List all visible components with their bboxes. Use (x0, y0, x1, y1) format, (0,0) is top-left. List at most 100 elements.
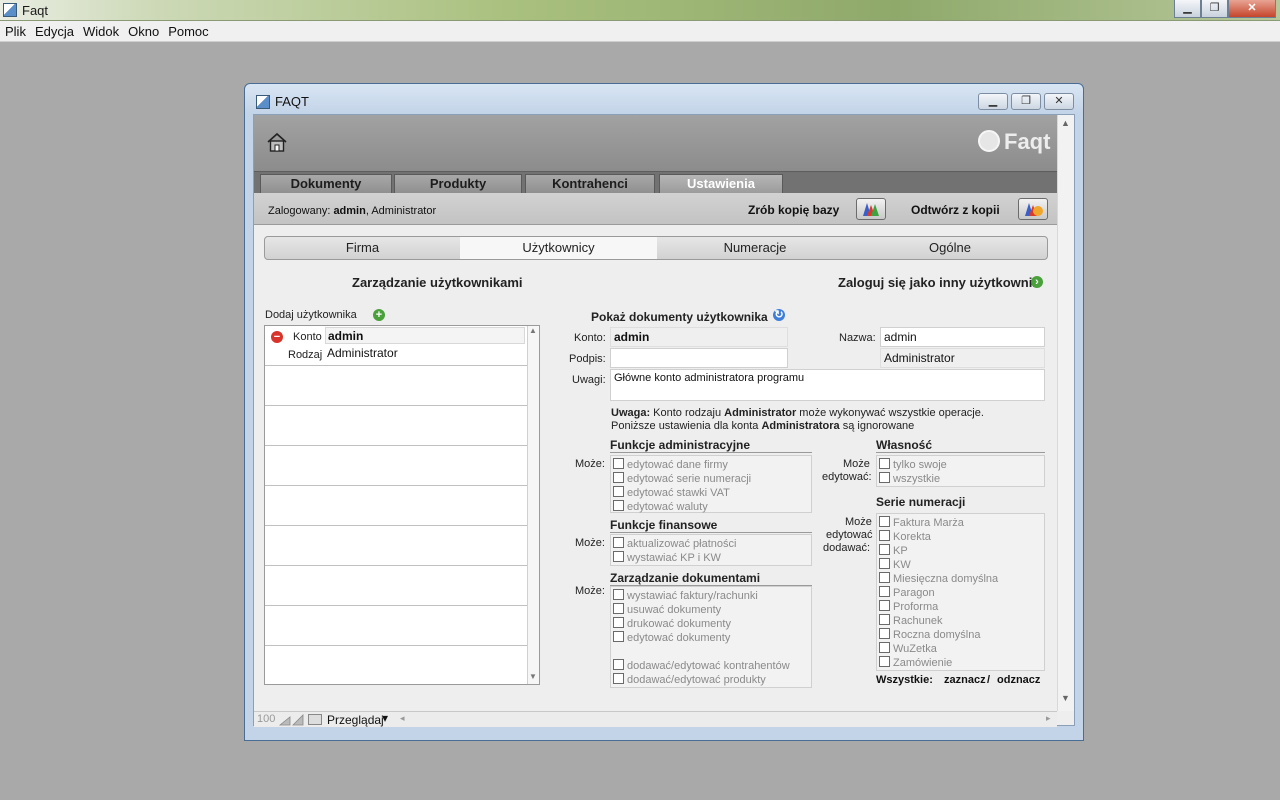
perm-edit-series[interactable]: edytować serie numeracji (613, 472, 813, 486)
series-rachunek[interactable]: Rachunek (879, 614, 1079, 628)
main-tabbar: Dokumenty Produkty Kontrahenci Ustawieni… (254, 171, 1057, 194)
perm-issue-kp-kw[interactable]: wystawiać KP i KW (613, 551, 813, 565)
konto-field[interactable]: admin (610, 327, 788, 347)
inner-minimize-button[interactable]: ▁ (978, 93, 1008, 110)
checkbox-icon[interactable] (613, 458, 624, 469)
uwagi-field[interactable]: Główne konto administratora programu (610, 369, 1045, 401)
user-row-selected[interactable]: − Konto admin Rodzaj Administrator (265, 326, 527, 366)
checkbox-icon[interactable] (613, 589, 624, 600)
inner-close-button[interactable]: ✕ (1044, 93, 1074, 110)
checkbox-icon[interactable] (879, 586, 890, 597)
subtab-ogolne[interactable]: Ogólne (853, 237, 1047, 259)
checkbox-icon[interactable] (613, 631, 624, 642)
perm-edit-docs[interactable]: edytować dokumenty (613, 631, 813, 645)
tab-ustawienia[interactable]: Ustawienia (659, 174, 783, 194)
home-icon[interactable] (266, 131, 288, 153)
subtab-firma[interactable]: Firma (265, 237, 460, 259)
series-roczna[interactable]: Roczna domyślna (879, 628, 1079, 642)
zoom-slider-icon[interactable] (279, 714, 305, 726)
perm-edit-company[interactable]: edytować dane firmy (613, 458, 813, 472)
nazwa-field[interactable]: admin (880, 327, 1045, 347)
series-proforma[interactable]: Proforma (879, 600, 1079, 614)
checkbox-icon[interactable] (879, 558, 890, 569)
series-faktura-marza[interactable]: Faktura Marża (879, 516, 1079, 530)
menu-widok[interactable]: Widok (79, 21, 123, 39)
user-list-scroll-down-icon[interactable]: ▼ (529, 672, 537, 681)
tab-kontrahenci[interactable]: Kontrahenci (525, 174, 655, 194)
page-view-icon[interactable] (308, 714, 322, 725)
checkbox-icon[interactable] (613, 472, 624, 483)
checkbox-icon[interactable] (879, 628, 890, 639)
checkbox-icon[interactable] (613, 551, 624, 562)
checkbox-icon[interactable] (879, 572, 890, 583)
view-mode-select[interactable]: Przeglądaj (327, 713, 384, 727)
checkbox-icon[interactable] (879, 544, 890, 555)
remove-user-icon[interactable]: − (271, 331, 283, 343)
scroll-down-icon[interactable]: ▼ (1061, 693, 1070, 703)
checkbox-icon[interactable] (613, 617, 624, 628)
perm-edit-products[interactable]: dodawać/edytować produkty (613, 673, 813, 687)
menu-plik[interactable]: Plik (1, 21, 30, 39)
series-miesieczna[interactable]: Miesięczna domyślna (879, 572, 1079, 586)
faqt-logo: Faqt (1004, 129, 1051, 154)
login-as-other-link[interactable]: Zaloguj się jako inny użytkownik (838, 275, 1040, 290)
perm-issue-invoices[interactable]: wystawiać faktury/rachunki (613, 589, 813, 603)
series-zamowienie[interactable]: Zamówienie (879, 656, 1079, 670)
deselect-all-link[interactable]: odznacz (997, 674, 1040, 686)
scroll-up-icon[interactable]: ▲ (1061, 118, 1070, 128)
add-user-icon[interactable]: + (373, 309, 385, 321)
scroll-left-icon[interactable]: ◂ (400, 713, 405, 724)
perm-edit-contractors[interactable]: dodawać/edytować kontrahentów (613, 659, 813, 673)
subtab-uzytkownicy[interactable]: Użytkownicy (460, 237, 657, 259)
user-list-scrollbar[interactable]: ▲ ▼ (527, 326, 539, 684)
checkbox-icon[interactable] (879, 530, 890, 541)
own-all[interactable]: wszystkie (879, 472, 1079, 486)
checkbox-icon[interactable] (879, 458, 890, 469)
menu-pomoc[interactable]: Pomoc (164, 21, 212, 39)
select-all-link[interactable]: zaznacz (944, 674, 986, 686)
outer-minimize-button[interactable]: ▁ (1174, 0, 1201, 18)
checkbox-icon[interactable] (879, 472, 890, 483)
series-wuzetka[interactable]: WuZetka (879, 642, 1079, 656)
chevron-down-icon[interactable]: ▾ (382, 711, 388, 725)
subtab-numeracje[interactable]: Numeracje (657, 237, 853, 259)
user-list-scroll-up-icon[interactable]: ▲ (529, 326, 537, 335)
admin-may-label: Może: (575, 458, 605, 470)
tab-dokumenty[interactable]: Dokumenty (260, 174, 392, 194)
checkbox-icon[interactable] (613, 500, 624, 511)
resize-grip[interactable] (1270, 790, 1280, 800)
perm-edit-vat[interactable]: edytować stawki VAT (613, 486, 813, 500)
perm-delete-docs[interactable]: usuwać dokumenty (613, 603, 813, 617)
checkbox-icon[interactable] (613, 659, 624, 670)
scroll-right-icon[interactable]: ▸ (1046, 713, 1051, 724)
checkbox-icon[interactable] (879, 516, 890, 527)
checkbox-icon[interactable] (879, 656, 890, 667)
inner-restore-button[interactable]: ❐ (1011, 93, 1041, 110)
refresh-icon[interactable]: ↻ (773, 309, 785, 321)
tab-produkty[interactable]: Produkty (394, 174, 522, 194)
series-korekta[interactable]: Korekta (879, 530, 1079, 544)
login-arrow-icon[interactable]: › (1031, 276, 1043, 288)
menu-okno[interactable]: Okno (124, 21, 163, 39)
checkbox-icon[interactable] (879, 642, 890, 653)
perm-edit-currency[interactable]: edytować waluty (613, 500, 813, 514)
backup-button[interactable] (856, 198, 886, 220)
outer-restore-button[interactable]: ❐ (1201, 0, 1228, 18)
checkbox-icon[interactable] (613, 603, 624, 614)
restore-button[interactable] (1018, 198, 1048, 220)
checkbox-icon[interactable] (613, 673, 624, 684)
checkbox-icon[interactable] (879, 600, 890, 611)
perm-update-payments[interactable]: aktualizować płatności (613, 537, 813, 551)
series-paragon[interactable]: Paragon (879, 586, 1079, 600)
podpis-field[interactable] (610, 348, 788, 368)
series-kw[interactable]: KW (879, 558, 1079, 572)
checkbox-icon[interactable] (613, 537, 624, 548)
series-kp[interactable]: KP (879, 544, 1079, 558)
menu-edycja[interactable]: Edycja (31, 21, 78, 39)
own-only-mine[interactable]: tylko swoje (879, 458, 1079, 472)
checkbox-icon[interactable] (613, 486, 624, 497)
rodzaj-select[interactable]: Administrator (880, 348, 1045, 368)
outer-close-button[interactable]: ✕ (1228, 0, 1276, 18)
perm-print-docs[interactable]: drukować dokumenty (613, 617, 813, 631)
checkbox-icon[interactable] (879, 614, 890, 625)
